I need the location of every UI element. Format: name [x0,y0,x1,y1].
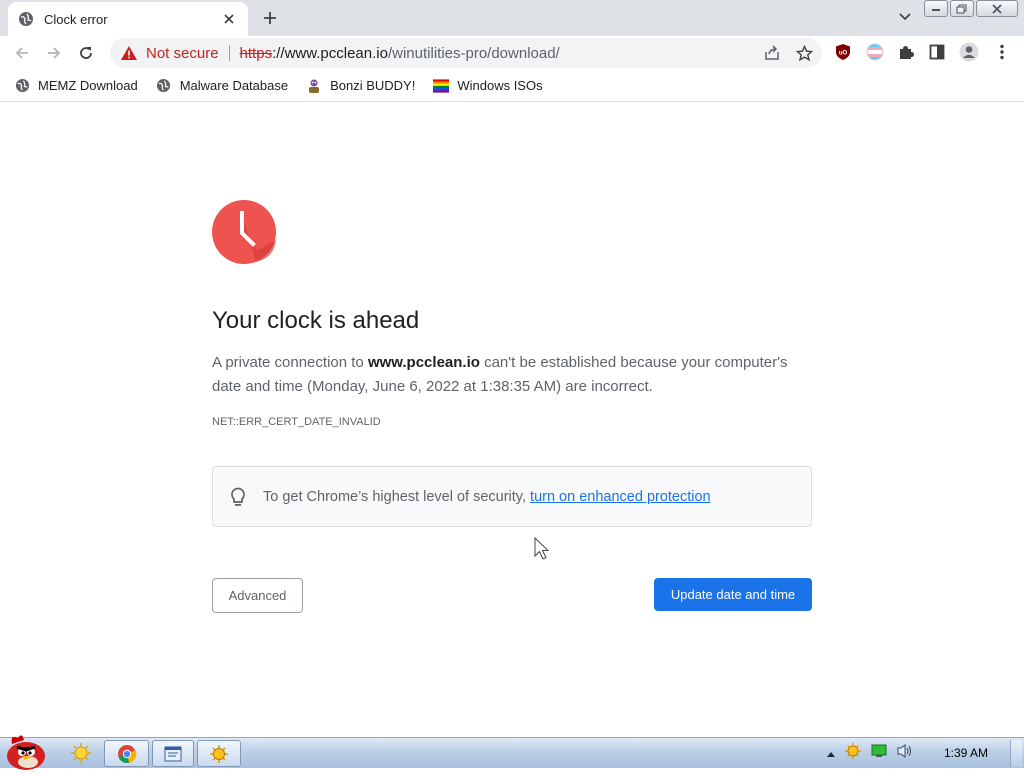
omnibox-divider [228,45,230,61]
network-icon[interactable] [870,743,888,764]
trans-flag-extension-icon[interactable] [864,41,886,63]
warning-triangle-icon[interactable] [120,44,138,62]
system-tray [826,738,914,769]
url-host: ://www.pcclean.io [272,44,388,62]
promo-prefix: To get Chrome’s highest level of securit… [263,488,531,505]
taskbar-sun-app-button[interactable] [197,740,241,767]
bookmark-label: MEMZ Download [38,78,138,93]
error-code[interactable]: NET::ERR_CERT_DATE_INVALID [212,416,381,428]
chrome-icon [117,744,136,763]
tray-expand-icon[interactable] [826,745,836,763]
not-secure-label[interactable]: Not secure [146,45,219,62]
description-host: www.pcclean.io [367,354,480,371]
pinned-sun-icon[interactable] [70,742,92,764]
bookmarks-bar: MEMZ Download Malware Database Bonzi BUD… [0,70,1024,102]
tab-strip: Clock error [0,0,1024,36]
bookmark-bonzi-buddy[interactable]: Bonzi BUDDY! [306,78,415,94]
tab-close-icon[interactable] [220,10,238,28]
reload-button[interactable] [74,41,98,65]
new-tab-button[interactable] [258,6,282,30]
taskbar-clock[interactable]: 1:39 AM [944,746,988,760]
tab-search-chevron-icon[interactable] [894,6,916,28]
close-window-button[interactable] [976,0,1018,17]
advanced-button[interactable]: Advanced [212,578,303,613]
share-icon[interactable] [762,43,782,63]
url-scheme: https [239,44,273,62]
update-date-time-button[interactable]: Update date and time [654,578,812,611]
taskbar-window-button[interactable] [152,740,194,767]
show-desktop-button[interactable] [1010,740,1022,767]
restore-button[interactable] [950,0,974,17]
bookmark-malware-database[interactable]: Malware Database [156,78,288,94]
mouse-cursor-icon [534,537,550,560]
error-heading: Your clock is ahead [212,307,420,334]
globe-icon [18,11,34,27]
bookmark-label: Malware Database [179,78,289,93]
error-description: A private connection to www.pcclean.io c… [212,351,812,399]
back-button[interactable] [10,41,34,65]
clock-icon [212,200,276,264]
volume-icon[interactable] [896,743,914,764]
minimize-button[interactable] [924,0,948,17]
browser-toolbar: Not secure https://www.pcclean.io/winuti… [0,36,1024,70]
bookmark-windows-isos[interactable]: Windows ISOs [433,78,543,94]
window-app-icon [164,746,182,761]
description-prefix: A private connection to [212,354,368,371]
url-path: /winutilities-pro/download/ [387,44,560,62]
tab-clock-error[interactable]: Clock error [8,2,248,36]
enhanced-protection-link[interactable]: turn on enhanced protection [530,489,711,505]
globe-icon [14,78,30,94]
tab-title: Clock error [44,11,108,27]
svg-text:uO: uO [839,51,848,57]
lightbulb-icon [231,487,245,506]
interstitial-page: Your clock is ahead A private connection… [0,103,1024,737]
forward-button[interactable] [42,41,66,65]
start-button-angry-bird-icon[interactable] [2,732,50,770]
bookmark-star-icon[interactable] [794,43,814,63]
windows-taskbar: 1:39 AM [0,735,1024,770]
profile-avatar-icon[interactable] [958,41,980,63]
enhanced-protection-promo: To get Chrome’s highest level of securit… [212,466,812,527]
bookmark-label: Windows ISOs [457,78,543,93]
bonzi-icon [306,78,322,94]
rainbow-flag-icon [433,78,450,94]
ublock-origin-icon[interactable]: uO [832,41,854,63]
bookmark-memz-download[interactable]: MEMZ Download [14,78,138,94]
bookmark-label: Bonzi BUDDY! [330,78,416,93]
promo-text: To get Chrome’s highest level of securit… [263,489,711,505]
chrome-menu-icon[interactable] [991,41,1013,63]
window-controls [924,0,1018,17]
taskbar-chrome-button[interactable] [104,740,149,767]
tray-sun-icon[interactable] [844,742,862,765]
sun-app-icon [210,744,228,763]
address-bar[interactable]: Not secure https://www.pcclean.io/winuti… [110,38,822,68]
globe-icon [156,78,172,94]
extensions-puzzle-icon[interactable] [895,41,917,63]
side-panel-icon[interactable] [926,41,948,63]
